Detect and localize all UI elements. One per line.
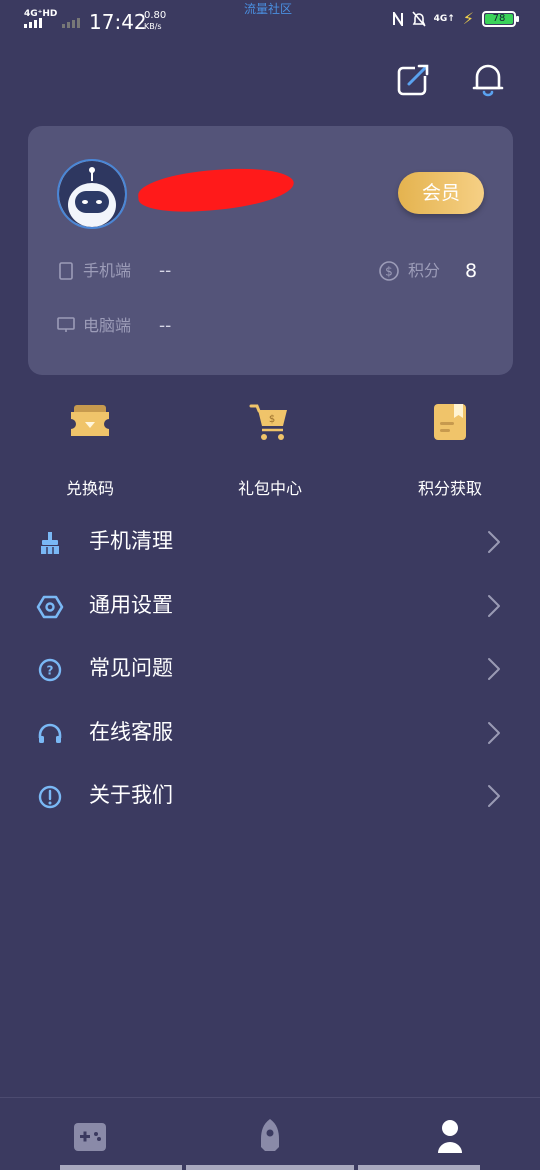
chevron-right-icon bbox=[488, 595, 500, 617]
battery-icon: 78 bbox=[482, 11, 519, 27]
profile-card: 会员 手机端 -- $ 积分 8 电脑端 -- bbox=[28, 126, 513, 375]
signal-icon bbox=[24, 18, 42, 28]
menu-label: 通用设置 bbox=[89, 593, 173, 617]
charging-icon: ⚡ bbox=[462, 9, 474, 28]
svg-text:?: ? bbox=[47, 664, 54, 678]
quick-action-earn-points[interactable]: 积分获取 bbox=[390, 400, 510, 499]
coin-icon: $ bbox=[379, 261, 399, 281]
signal-2-icon bbox=[62, 18, 80, 28]
menu-item-faq[interactable]: ? 常见问题 bbox=[0, 640, 540, 696]
broom-icon bbox=[41, 532, 59, 554]
menu-label: 手机清理 bbox=[89, 529, 173, 553]
clock: 17:42 bbox=[89, 10, 147, 34]
network-right: 4G↑ bbox=[433, 14, 455, 24]
hexagon-settings-icon bbox=[36, 595, 64, 619]
cart-icon: $ bbox=[249, 404, 287, 440]
battery-level: 78 bbox=[485, 14, 513, 24]
menu-label: 关于我们 bbox=[89, 783, 173, 807]
pc-label: 电脑端 bbox=[83, 316, 132, 335]
status-bar: 4G⁺HD 17:42 0.80 KB/s 流量社区 4G↑ ⚡ 78 bbox=[0, 0, 540, 42]
bottom-nav bbox=[0, 1097, 540, 1170]
headset-icon bbox=[38, 723, 62, 743]
edit-icon[interactable] bbox=[393, 60, 433, 100]
menu-label: 常见问题 bbox=[89, 656, 173, 680]
monitor-icon bbox=[57, 317, 75, 332]
quick-action-gift-center[interactable]: $ 礼包中心 bbox=[210, 400, 330, 499]
bookmark-icon bbox=[434, 404, 466, 440]
chevron-right-icon bbox=[488, 658, 500, 680]
menu-label: 在线客服 bbox=[89, 720, 173, 744]
app-name: 流量社区 bbox=[244, 2, 293, 16]
points-label: 积分 bbox=[408, 261, 441, 280]
menu-item-about-us[interactable]: 关于我们 bbox=[0, 767, 540, 823]
status-right: 4G↑ ⚡ 78 bbox=[392, 9, 519, 28]
pc-value: -- bbox=[159, 316, 172, 336]
chevron-right-icon bbox=[488, 722, 500, 744]
gamepad-icon[interactable] bbox=[70, 1116, 110, 1156]
avatar[interactable] bbox=[57, 159, 127, 229]
nav-indicator bbox=[186, 1165, 354, 1170]
quick-action-label: 积分获取 bbox=[417, 479, 482, 498]
nav-indicator bbox=[60, 1165, 182, 1170]
nfc-icon bbox=[392, 12, 403, 26]
chevron-right-icon bbox=[488, 531, 500, 553]
chevron-right-icon bbox=[488, 785, 500, 807]
bell-icon[interactable] bbox=[468, 60, 508, 100]
menu-item-general-settings[interactable]: 通用设置 bbox=[0, 577, 540, 633]
rocket-icon[interactable] bbox=[250, 1116, 290, 1156]
net-speed: 0.80 bbox=[144, 10, 167, 21]
info-icon bbox=[38, 785, 62, 809]
ticket-icon bbox=[71, 405, 109, 436]
points-value: 8 bbox=[465, 260, 478, 282]
redacted-username bbox=[136, 164, 296, 216]
quick-action-redeem[interactable]: 兑换码 bbox=[30, 400, 150, 499]
user-icon[interactable] bbox=[430, 1116, 470, 1156]
svg-text:$: $ bbox=[269, 414, 275, 425]
phone-value: -- bbox=[159, 261, 172, 281]
phone-icon bbox=[59, 262, 73, 280]
svg-text:$: $ bbox=[385, 265, 393, 279]
menu-item-phone-clean[interactable]: 手机清理 bbox=[0, 513, 540, 569]
robot-avatar-icon bbox=[59, 161, 125, 227]
mute-bell-icon bbox=[411, 11, 426, 27]
nav-indicator bbox=[358, 1165, 480, 1170]
quick-action-label: 礼包中心 bbox=[237, 479, 302, 498]
net-speed-unit: KB/s bbox=[144, 22, 162, 31]
member-button[interactable]: 会员 bbox=[398, 172, 484, 214]
quick-action-label: 兑换码 bbox=[65, 479, 114, 498]
menu-item-online-service[interactable]: 在线客服 bbox=[0, 704, 540, 760]
question-icon: ? bbox=[38, 658, 62, 682]
phone-label: 手机端 bbox=[83, 261, 132, 280]
